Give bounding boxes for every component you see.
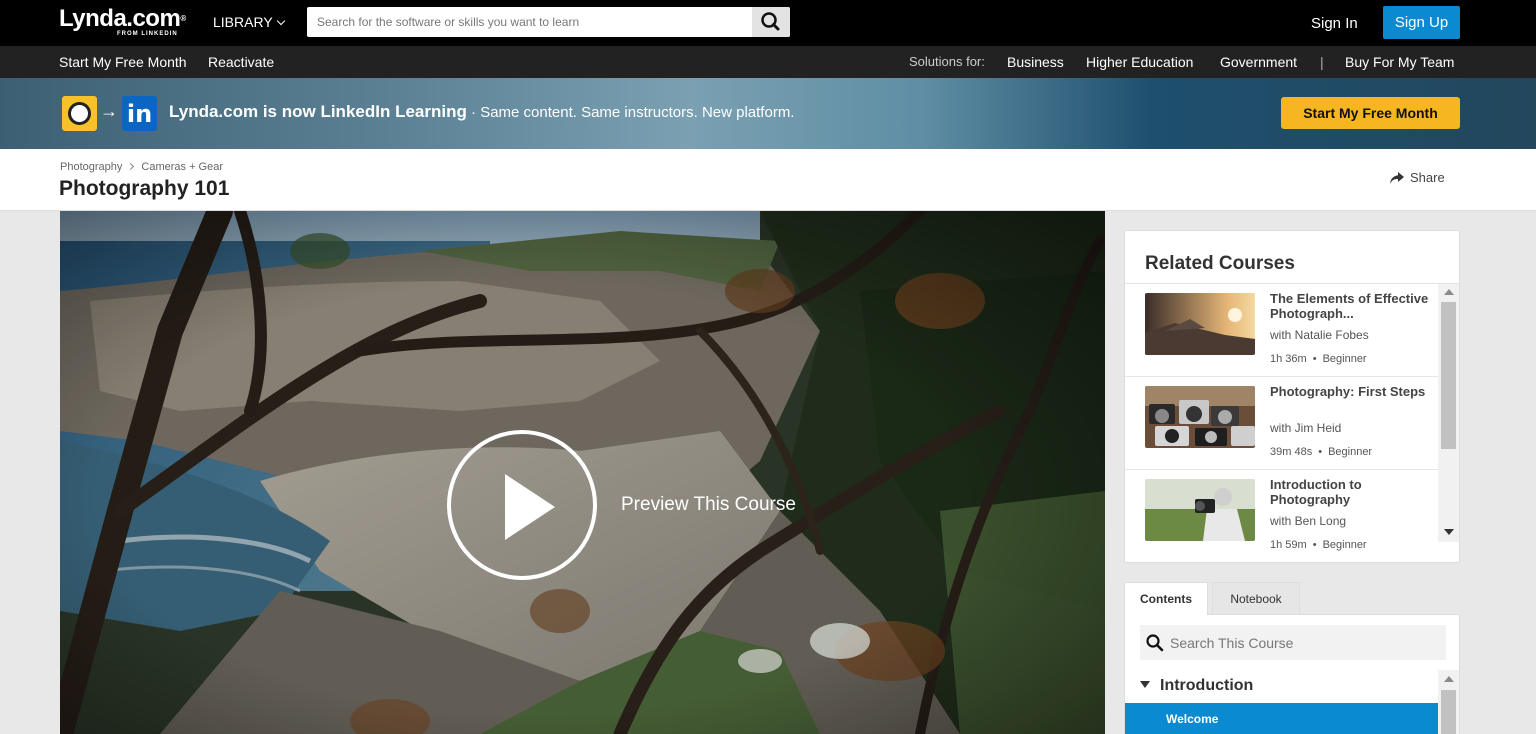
reactivate-link[interactable]: Reactivate [208, 54, 274, 70]
buy-for-team-link[interactable]: Buy For My Team [1345, 54, 1454, 70]
top-bar: Lynda.com® FROM LINKEDIN LIBRARY Sign In… [0, 0, 1536, 46]
related-courses-heading: Related Courses [1145, 253, 1295, 274]
contents-scrollbar[interactable] [1438, 670, 1459, 734]
share-label: Share [1410, 170, 1445, 185]
linkedin-learning-banner: → in Lynda.com is now LinkedIn Learning … [0, 78, 1536, 149]
play-icon [505, 474, 555, 540]
meta-separator: • [1318, 446, 1323, 458]
play-button[interactable] [447, 430, 597, 580]
sign-up-button[interactable]: Sign Up [1383, 6, 1460, 39]
library-label: LIBRARY [213, 14, 273, 30]
search-icon [1146, 634, 1164, 652]
course-meta: 39m 48s • Beginner [1270, 446, 1372, 458]
video-player[interactable]: Preview This Course [60, 211, 1105, 734]
meta-separator: • [1312, 539, 1317, 551]
arrow-right-icon: → [100, 101, 118, 121]
global-search [307, 7, 790, 37]
course-duration: 1h 59m [1270, 539, 1307, 551]
page-title: Photography 101 [59, 177, 230, 200]
search-icon [761, 12, 780, 31]
course-level: Beginner [1322, 353, 1367, 365]
lynda-badge-icon [62, 96, 97, 131]
chapter-introduction[interactable]: Introduction [1140, 677, 1253, 695]
business-link[interactable]: Business [1007, 54, 1064, 70]
related-courses-panel: Related Courses The Elements of Effectiv… [1124, 230, 1460, 563]
course-meta: 1h 59m • Beginner [1270, 539, 1367, 551]
chevron-down-icon [276, 16, 285, 26]
nav-divider: | [1320, 54, 1324, 70]
share-button[interactable]: Share [1389, 170, 1445, 185]
lynda-logo[interactable]: Lynda.com® FROM LINKEDIN [59, 5, 186, 38]
course-level: Beginner [1328, 446, 1373, 458]
linkedin-icon: in [122, 96, 157, 131]
banner-free-month-button[interactable]: Start My Free Month [1281, 97, 1460, 129]
breadcrumb-cameras-gear[interactable]: Cameras + Gear [141, 161, 223, 173]
related-courses-list: The Elements of Effective Photograph... … [1125, 284, 1459, 562]
global-search-input[interactable] [307, 7, 753, 37]
scroll-up-icon[interactable] [1444, 676, 1454, 682]
breadcrumb: Photography Cameras + Gear [60, 161, 223, 173]
logo-text: Lynda.com [59, 5, 181, 32]
breadcrumb-chevron-icon [127, 162, 135, 171]
breadcrumb-photography[interactable]: Photography [60, 161, 122, 173]
meta-separator: • [1312, 353, 1317, 365]
caret-down-icon [1140, 681, 1150, 688]
scroll-thumb[interactable] [1441, 302, 1456, 449]
banner-headline: Lynda.com is now LinkedIn Learning [169, 102, 467, 121]
search-button[interactable] [752, 7, 790, 37]
course-duration: 1h 36m [1270, 353, 1307, 365]
library-menu[interactable]: LIBRARY [213, 14, 285, 30]
related-course-item[interactable]: Photography: First Steps with Jim Heid 3… [1125, 377, 1438, 470]
logo-subtitle: FROM LINKEDIN [117, 31, 178, 37]
tab-contents[interactable]: Contents [1124, 582, 1208, 615]
solutions-label: Solutions for: [909, 54, 985, 69]
course-author: with Jim Heid [1270, 421, 1342, 435]
free-month-link[interactable]: Start My Free Month [59, 54, 187, 70]
related-course-item[interactable]: The Elements of Effective Photograph... … [1125, 284, 1438, 377]
sign-in-link[interactable]: Sign In [1311, 15, 1358, 32]
related-course-item[interactable]: Introduction to Photography with Ben Lon… [1125, 470, 1438, 562]
course-thumbnail [1145, 386, 1255, 448]
banner-message: Lynda.com is now LinkedIn Learning · Sam… [169, 102, 794, 122]
banner-tagline: · Same content. Same instructors. New pl… [466, 104, 795, 121]
course-thumbnail [1145, 293, 1255, 355]
course-author: with Ben Long [1270, 514, 1347, 528]
course-thumbnail [1145, 479, 1255, 541]
secondary-nav: Start My Free Month Reactivate Solutions… [0, 46, 1536, 78]
scroll-thumb[interactable] [1441, 690, 1456, 734]
video-item-welcome[interactable]: Welcome [1125, 703, 1438, 734]
course-meta: 1h 36m • Beginner [1270, 353, 1367, 365]
course-contents-panel: Introduction Welcome [1124, 614, 1460, 734]
government-link[interactable]: Government [1220, 54, 1297, 70]
course-header: Photography Cameras + Gear Photography 10… [0, 149, 1536, 211]
scroll-up-icon[interactable] [1444, 289, 1454, 295]
course-title[interactable]: Introduction to Photography [1270, 477, 1430, 507]
course-title[interactable]: Photography: First Steps [1270, 384, 1430, 399]
chapter-title: Introduction [1160, 677, 1254, 694]
course-duration: 39m 48s [1270, 446, 1313, 458]
scroll-down-icon[interactable] [1444, 529, 1454, 535]
course-search-input[interactable] [1170, 625, 1440, 660]
course-title[interactable]: The Elements of Effective Photograph... [1270, 291, 1430, 321]
logo-registered-mark: ® [180, 14, 186, 23]
share-arrow-icon [1390, 172, 1404, 184]
preview-course-label[interactable]: Preview This Course [621, 494, 796, 516]
higher-education-link[interactable]: Higher Education [1086, 54, 1193, 70]
course-level: Beginner [1322, 539, 1367, 551]
tab-notebook[interactable]: Notebook [1212, 582, 1300, 615]
course-search [1140, 625, 1446, 660]
related-scrollbar[interactable] [1438, 284, 1459, 542]
course-author: with Natalie Fobes [1270, 328, 1369, 342]
